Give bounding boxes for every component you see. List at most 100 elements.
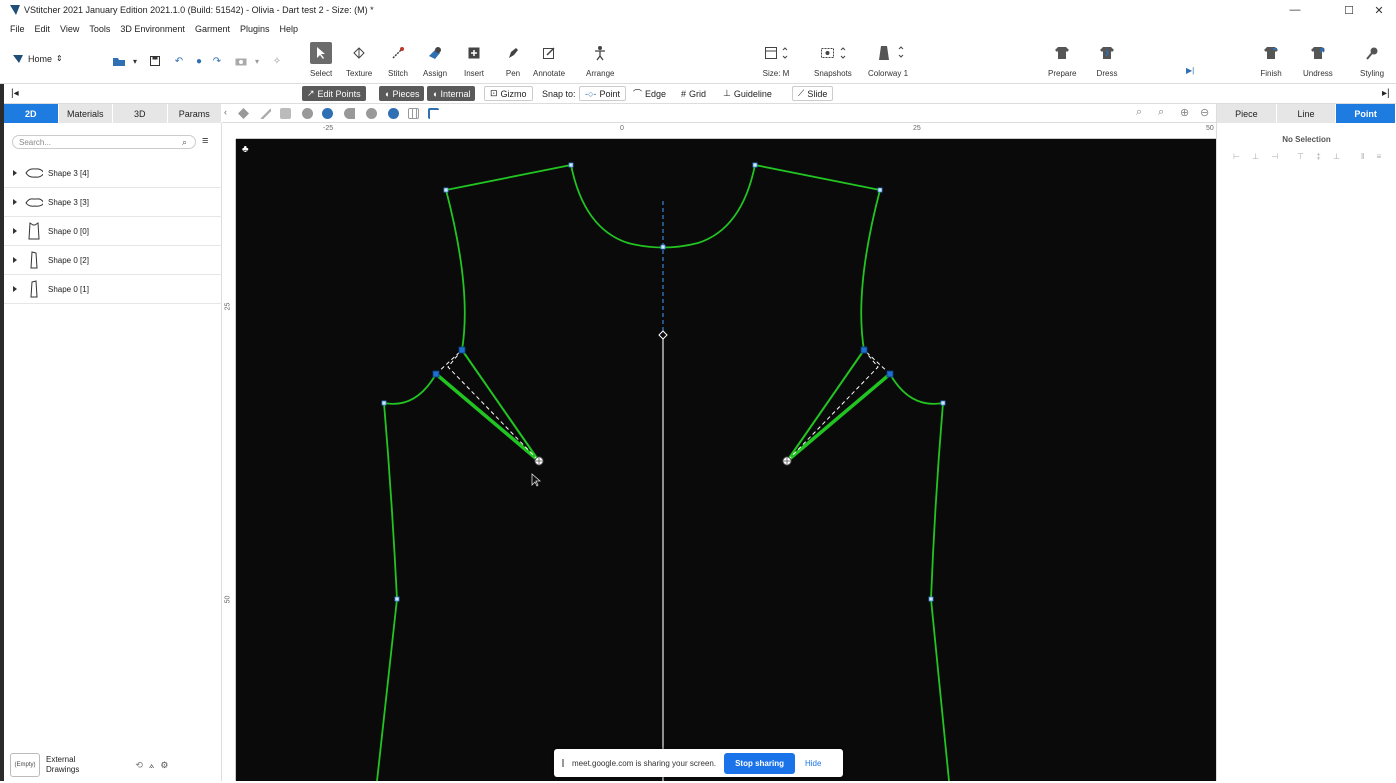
zoom-in-icon[interactable]: ⊕ — [1180, 106, 1189, 119]
dress-button[interactable]: Dress — [1096, 42, 1118, 78]
tab-2d[interactable]: 2D — [4, 104, 59, 123]
import-drawing-icon[interactable]: ⟑ — [149, 760, 154, 771]
tab-line[interactable]: Line — [1276, 104, 1337, 123]
home-dropdown[interactable]: Home ⇕ — [12, 53, 63, 64]
left-armhole-lower[interactable] — [383, 373, 437, 405]
expand-icon[interactable] — [13, 286, 17, 292]
texture-tool-button[interactable]: Texture — [346, 42, 372, 78]
pattern-point[interactable] — [877, 187, 883, 193]
arrange-tool-button[interactable]: Arrange — [586, 42, 614, 78]
tab-3d[interactable]: 3D — [113, 104, 168, 123]
grid-view-icon[interactable] — [408, 108, 419, 119]
collapse-right-icon[interactable]: ▸| — [1382, 88, 1390, 99]
menu-file[interactable]: File — [10, 24, 25, 34]
pattern-point[interactable] — [660, 244, 666, 250]
history-icon[interactable]: ● — [192, 54, 206, 68]
pattern-point[interactable] — [752, 162, 758, 168]
tab-materials[interactable]: Materials — [58, 104, 113, 123]
colorway-dropdown[interactable]: Colorway 1 — [868, 42, 908, 78]
pattern-point[interactable] — [928, 596, 934, 602]
open-folder-icon[interactable] — [112, 54, 126, 68]
view-tool-icon[interactable] — [388, 108, 399, 119]
tab-point[interactable]: Point — [1336, 104, 1396, 123]
right-shoulder-line[interactable] — [754, 164, 881, 191]
snap-point-toggle[interactable]: -○- Point — [579, 86, 626, 101]
tab-piece[interactable]: Piece — [1217, 104, 1277, 123]
dart-point[interactable] — [458, 346, 466, 354]
assign-tool-button[interactable]: Assign — [423, 42, 447, 78]
left-shoulder-line[interactable] — [445, 164, 572, 191]
menu-tools[interactable]: Tools — [89, 24, 110, 34]
expand-icon[interactable] — [13, 170, 17, 176]
play-icon[interactable]: ▶| — [1186, 66, 1194, 75]
dart-point[interactable] — [886, 370, 894, 378]
view-tool-icon[interactable] — [366, 108, 377, 119]
left-armhole-upper[interactable] — [445, 189, 466, 351]
menu-3d-environment[interactable]: 3D Environment — [120, 24, 185, 34]
avatar-visibility-icon[interactable]: ♣ — [242, 144, 249, 155]
snapshots-dropdown[interactable]: Snapshots — [814, 42, 852, 78]
expand-icon[interactable] — [13, 199, 17, 205]
view-tool-icon[interactable] — [260, 108, 271, 119]
view-tool-icon[interactable] — [238, 108, 249, 119]
chevron-down-icon[interactable]: ▾ — [128, 54, 142, 68]
select-tool-button[interactable]: Select — [310, 42, 332, 78]
zoom-selection-icon[interactable]: ⌕ — [1158, 106, 1164, 119]
sync-icon[interactable]: ✧ — [270, 54, 284, 68]
pattern-point[interactable] — [940, 400, 946, 406]
settings-icon[interactable]: ⚙ — [160, 760, 168, 771]
shape-row[interactable]: Shape 0 [1] — [4, 275, 222, 304]
expand-icon[interactable] — [13, 228, 17, 234]
save-icon[interactable] — [148, 54, 162, 68]
right-armhole-lower[interactable] — [889, 373, 944, 405]
view-tool-icon[interactable] — [322, 108, 333, 119]
zoom-out-icon[interactable]: ⊖ — [1200, 106, 1209, 119]
pattern-canvas[interactable]: ♣ — [236, 139, 1216, 782]
annotate-tool-button[interactable]: Annotate — [533, 42, 565, 78]
left-side-seam[interactable] — [376, 402, 398, 782]
undress-button[interactable]: Undress — [1303, 42, 1333, 78]
styling-button[interactable]: Styling — [1360, 42, 1384, 78]
guideline-anchor[interactable] — [658, 330, 668, 340]
zoom-fit-icon[interactable]: ⌕ — [1136, 106, 1142, 119]
shape-row[interactable]: Shape 0 [2] — [4, 246, 222, 275]
stop-sharing-button[interactable]: Stop sharing — [724, 752, 795, 774]
snap-edge-toggle[interactable]: ⌒ Edge — [628, 86, 671, 101]
menu-view[interactable]: View — [60, 24, 79, 34]
menu-plugins[interactable]: Plugins — [240, 24, 270, 34]
view-tool-icon[interactable] — [302, 108, 313, 119]
drag-handle-icon[interactable] — [562, 759, 564, 767]
pen-tool-button[interactable]: Pen — [502, 42, 524, 78]
edit-points-button[interactable]: ↗ Edit Points — [302, 86, 366, 101]
redo-icon[interactable]: ↷ — [210, 54, 224, 68]
finish-button[interactable]: Finish — [1260, 42, 1282, 78]
stitch-tool-button[interactable]: Stitch — [387, 42, 409, 78]
prepare-button[interactable]: Prepare — [1048, 42, 1076, 78]
maximize-button[interactable]: ☐ — [1332, 0, 1366, 20]
chevron-down-icon[interactable]: ▾ — [250, 54, 264, 68]
menu-garment[interactable]: Garment — [195, 24, 230, 34]
list-menu-icon[interactable]: ≡ — [202, 135, 208, 147]
minimize-button[interactable]: — — [1278, 0, 1312, 20]
close-button[interactable]: ✕ — [1362, 0, 1396, 20]
pieces-toggle[interactable]: ◖ Pieces — [379, 86, 425, 101]
size-dropdown[interactable]: Size: M — [762, 42, 790, 78]
slide-toggle[interactable]: ⟋ Slide — [792, 86, 834, 101]
view-tool-icon[interactable] — [344, 108, 355, 119]
reset-icon[interactable]: ⟲ — [135, 760, 143, 771]
menu-edit[interactable]: Edit — [35, 24, 51, 34]
right-armhole-upper[interactable] — [860, 189, 881, 351]
chevron-left-icon[interactable]: ‹ — [224, 107, 227, 117]
menu-help[interactable]: Help — [279, 24, 298, 34]
pattern-point[interactable] — [568, 162, 574, 168]
distribute-icons[interactable]: ‖ ≡ — [1361, 152, 1386, 161]
expand-icon[interactable] — [13, 257, 17, 263]
insert-tool-button[interactable]: Insert — [463, 42, 485, 78]
neckline-curve[interactable] — [570, 164, 756, 249]
shape-row[interactable]: Shape 3 [3] — [4, 188, 222, 217]
align-vertical-icons[interactable]: ⊤ ‡ ⊥ — [1297, 152, 1345, 161]
pattern-point[interactable] — [443, 187, 449, 193]
dart-point[interactable] — [860, 346, 868, 354]
pattern-point[interactable] — [394, 596, 400, 602]
undo-icon[interactable]: ↶ — [172, 54, 186, 68]
